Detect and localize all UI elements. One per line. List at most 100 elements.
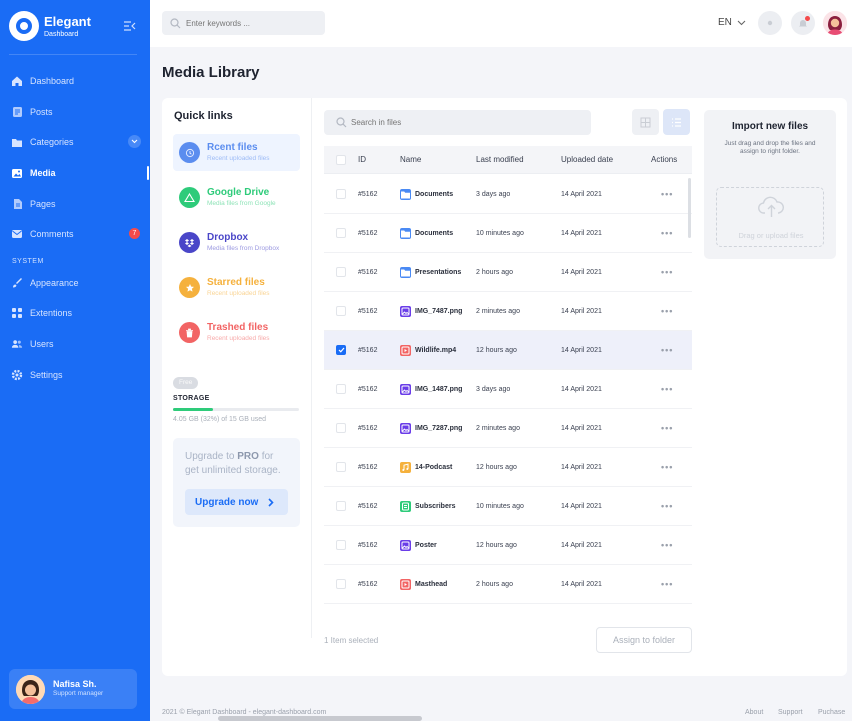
page-horizontal-scrollbar[interactable] xyxy=(218,716,422,721)
file-id: #5162 xyxy=(358,580,378,588)
search-icon xyxy=(170,17,181,28)
select-all-checkbox[interactable] xyxy=(336,154,346,165)
user-name: Nafisa Sh. xyxy=(53,679,97,690)
row-checkbox[interactable] xyxy=(336,189,346,199)
file-drop-zone[interactable]: Drag or upload files xyxy=(716,187,824,247)
more-actions-button[interactable]: ••• xyxy=(661,579,673,589)
sidebar-item-media[interactable]: Media xyxy=(0,161,150,185)
column-header-uploaded-date[interactable]: Uploaded date xyxy=(561,155,613,164)
more-actions-button[interactable]: ••• xyxy=(661,306,673,316)
row-checkbox[interactable] xyxy=(336,540,346,550)
sidebar-item-settings[interactable]: Settings xyxy=(0,363,150,387)
chevron-down-icon[interactable] xyxy=(128,135,141,148)
file-name-cell[interactable]: Masthead xyxy=(400,578,447,590)
file-id: #5162 xyxy=(358,424,378,432)
brand[interactable]: Elegant Dashboard xyxy=(9,11,91,41)
language-select[interactable]: EN xyxy=(718,17,746,28)
brand-subtitle: Dashboard xyxy=(44,30,79,38)
file-name-cell[interactable]: 14-Podcast xyxy=(400,461,452,473)
file-name-cell[interactable]: Subscribers xyxy=(400,500,455,512)
more-actions-button[interactable]: ••• xyxy=(661,228,673,238)
collapse-sidebar-icon[interactable] xyxy=(123,20,136,32)
file-id: #5162 xyxy=(358,502,378,510)
row-checkbox[interactable] xyxy=(336,501,346,511)
more-actions-button[interactable]: ••• xyxy=(661,462,673,472)
file-last-modified: 12 hours ago xyxy=(476,463,517,471)
quick-link-google-drive[interactable]: Google Drive Media files from Google xyxy=(173,179,300,216)
sidebar-item-pages[interactable]: Pages xyxy=(0,192,150,216)
row-checkbox[interactable] xyxy=(336,267,346,277)
table-row[interactable]: #5162 IMG_1487.png 3 days ago 14 April 2021… xyxy=(324,370,692,409)
row-checkbox[interactable] xyxy=(336,345,346,355)
quick-link-recent-files[interactable]: Rcent files Recent uploaded files xyxy=(173,134,300,171)
more-actions-button[interactable]: ••• xyxy=(661,501,673,511)
quick-link-trashed-files[interactable]: Trashed files Recent uploaded files xyxy=(173,314,300,351)
upgrade-now-button[interactable]: Upgrade now xyxy=(185,489,288,515)
list-view-button[interactable] xyxy=(663,109,690,135)
table-row[interactable]: #5162 Documents 3 days ago 14 April 2021 ••• xyxy=(324,175,692,214)
file-search[interactable] xyxy=(324,110,591,135)
row-checkbox[interactable] xyxy=(336,228,346,238)
file-name-cell[interactable]: Presentations xyxy=(400,266,461,278)
table-row[interactable]: #5162 Subscribers 10 minutes ago 14 April 2… xyxy=(324,487,692,526)
row-checkbox[interactable] xyxy=(336,306,346,316)
sidebar-item-posts[interactable]: Posts xyxy=(0,100,150,124)
gear-icon xyxy=(11,369,23,381)
more-actions-button[interactable]: ••• xyxy=(661,540,673,550)
table-row[interactable]: #5162 14-Podcast 12 hours ago 14 April 2021… xyxy=(324,448,692,487)
avatar[interactable] xyxy=(823,11,847,35)
more-actions-button[interactable]: ••• xyxy=(661,345,673,355)
table-row[interactable]: #5162 Masthead 2 hours ago 14 April 2021 ••• xyxy=(324,565,692,604)
current-user-card[interactable]: Nafisa Sh. Support manager xyxy=(9,669,137,709)
column-header-last-modified[interactable]: Last modified xyxy=(476,155,524,164)
row-checkbox[interactable] xyxy=(336,579,346,589)
table-row[interactable]: #5162 Poster 12 hours ago 14 April 2021 ••• xyxy=(324,526,692,565)
table-row[interactable]: #5162 IMG_7487.png 2 minutes ago 14 April 2… xyxy=(324,292,692,331)
file-name-cell[interactable]: IMG_7287.png xyxy=(400,422,462,434)
file-name: IMG_7487.png xyxy=(415,307,463,315)
grid-view-button[interactable] xyxy=(632,109,659,135)
more-actions-button[interactable]: ••• xyxy=(661,423,673,433)
folder-file-icon xyxy=(400,188,411,200)
file-search-input[interactable] xyxy=(351,118,551,127)
file-name-cell[interactable]: Documents xyxy=(400,188,453,200)
sidebar-item-dashboard[interactable]: Dashboard xyxy=(0,69,150,93)
row-checkbox[interactable] xyxy=(336,462,346,472)
file-name-cell[interactable]: IMG_1487.png xyxy=(400,383,462,395)
file-name-cell[interactable]: Documents xyxy=(400,227,453,239)
theme-toggle-button[interactable] xyxy=(758,11,782,35)
sidebar-item-appearance[interactable]: Appearance xyxy=(0,271,150,295)
global-search[interactable] xyxy=(162,11,325,35)
more-actions-button[interactable]: ••• xyxy=(661,189,673,199)
file-name-cell[interactable]: Wildlife.mp4 xyxy=(400,344,456,356)
footer-link-support[interactable]: Support xyxy=(778,709,803,716)
file-uploaded-date: 14 April 2021 xyxy=(561,424,602,432)
column-header-name[interactable]: Name xyxy=(400,155,421,164)
more-actions-button[interactable]: ••• xyxy=(661,384,673,394)
file-name-cell[interactable]: Poster xyxy=(400,539,437,551)
column-header-id[interactable]: ID xyxy=(358,155,366,164)
sidebar-item-comments[interactable]: Comments 7 xyxy=(0,222,150,246)
quick-link-starred-files[interactable]: Starred files Recent uploaded files xyxy=(173,269,300,306)
footer-link-about[interactable]: About xyxy=(745,709,763,716)
sidebar-item-users[interactable]: Users xyxy=(0,332,150,356)
row-checkbox[interactable] xyxy=(336,423,346,433)
quick-link-dropbox[interactable]: Dropbox Media files from Dropbox xyxy=(173,224,300,261)
table-row[interactable]: #5162 Wildlife.mp4 12 hours ago 14 April 20… xyxy=(324,331,692,370)
footer-link-purchase[interactable]: Puchase xyxy=(818,709,845,716)
assign-to-folder-button[interactable]: Assign to folder xyxy=(596,627,692,653)
file-name-cell[interactable]: IMG_7487.png xyxy=(400,305,463,317)
row-checkbox[interactable] xyxy=(336,384,346,394)
table-scrollbar[interactable] xyxy=(688,178,691,238)
more-actions-button[interactable]: ••• xyxy=(661,267,673,277)
sidebar-item-categories[interactable]: Categories xyxy=(0,130,150,154)
table-row[interactable]: #5162 Documents 10 minutes ago 14 April 202… xyxy=(324,214,692,253)
notifications-button[interactable] xyxy=(791,11,815,35)
table-row[interactable]: #5162 Presentations 2 hours ago 14 April 20… xyxy=(324,253,692,292)
sidebar-item-label: Extentions xyxy=(30,308,73,318)
table-header: ID Name Last modified Uploaded date Acti… xyxy=(324,146,692,174)
sidebar-item-extentions[interactable]: Extentions xyxy=(0,301,150,325)
folder-icon xyxy=(11,136,23,148)
global-search-input[interactable] xyxy=(186,18,316,28)
table-row[interactable]: #5162 IMG_7287.png 2 minutes ago 14 April 2… xyxy=(324,409,692,448)
